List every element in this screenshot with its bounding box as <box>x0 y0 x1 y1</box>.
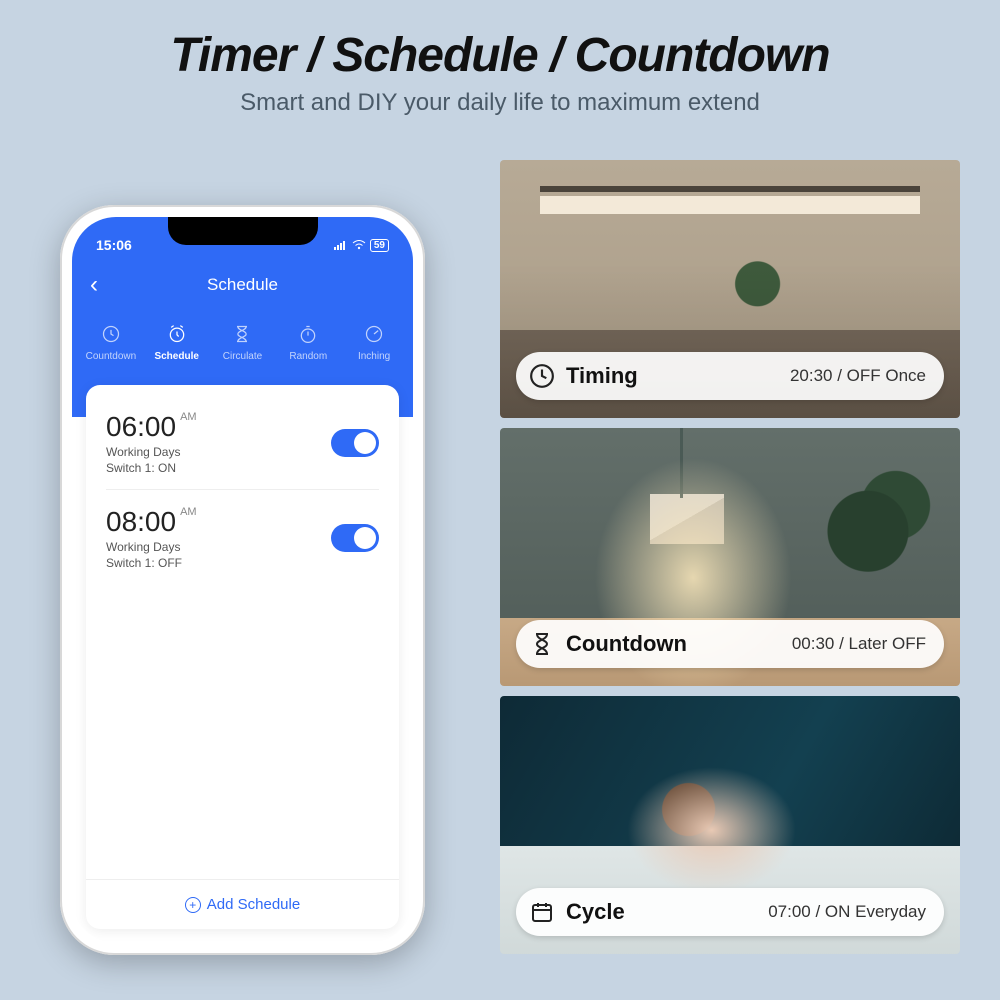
status-indicators: 59 <box>334 239 389 252</box>
schedule-switch: Switch 1: OFF <box>106 556 197 570</box>
clock-icon <box>528 362 556 390</box>
feature-ribbon: Countdown 00:30 / Later OFF <box>516 620 944 668</box>
tab-label: Countdown <box>86 351 137 362</box>
status-time: 15:06 <box>96 237 132 253</box>
page-header: Timer / Schedule / Countdown Smart and D… <box>0 0 1000 117</box>
feature-value: 07:00 / ON Everyday <box>768 902 926 922</box>
feature-value: 00:30 / Later OFF <box>792 634 926 654</box>
plus-circle-icon: + <box>185 897 201 913</box>
tab-countdown[interactable]: Countdown <box>81 323 141 362</box>
tab-label: Inching <box>358 351 390 362</box>
tab-circulate[interactable]: Circulate <box>212 323 272 362</box>
schedule-toggle[interactable] <box>331 524 379 552</box>
feature-value: 20:30 / OFF Once <box>790 366 926 386</box>
tab-label: Circulate <box>223 351 262 362</box>
schedule-row[interactable]: 06:00 AM Working Days Switch 1: ON <box>86 395 399 489</box>
wifi-icon <box>352 240 366 250</box>
gauge-icon <box>363 323 385 345</box>
tab-label: Random <box>289 351 327 362</box>
schedule-row[interactable]: 08:00 AM Working Days Switch 1: OFF <box>86 490 399 584</box>
phone-mockup: 15:06 59 ‹ Schedule Countdown Sched <box>60 205 425 955</box>
schedule-time: 06:00 <box>106 411 176 442</box>
mode-tabs: Countdown Schedule Circulate Random Inch… <box>72 323 413 362</box>
hourglass-icon <box>528 630 556 658</box>
feature-label: Cycle <box>566 899 625 925</box>
feature-ribbon: Cycle 07:00 / ON Everyday <box>516 888 944 936</box>
signal-icon <box>334 240 348 250</box>
calendar-icon <box>528 898 556 926</box>
clock-back-icon <box>100 323 122 345</box>
feature-tile-timing: Timing 20:30 / OFF Once <box>500 160 960 418</box>
schedule-toggle[interactable] <box>331 429 379 457</box>
tab-label: Schedule <box>154 351 198 362</box>
tab-random[interactable]: Random <box>278 323 338 362</box>
hourglass-icon <box>231 323 253 345</box>
schedule-switch: Switch 1: ON <box>106 461 197 475</box>
schedule-days: Working Days <box>106 540 197 554</box>
phone-screen: 15:06 59 ‹ Schedule Countdown Sched <box>72 217 413 943</box>
alarm-icon <box>166 323 188 345</box>
page-subtitle: Smart and DIY your daily life to maximum… <box>0 89 1000 117</box>
schedule-time: 08:00 <box>106 506 176 537</box>
battery-badge: 59 <box>370 239 389 252</box>
feature-label: Countdown <box>566 631 687 657</box>
tab-schedule[interactable]: Schedule <box>147 323 207 362</box>
feature-ribbon: Timing 20:30 / OFF Once <box>516 352 944 400</box>
schedule-days: Working Days <box>106 445 197 459</box>
add-schedule-button[interactable]: + Add Schedule <box>86 879 399 929</box>
stopwatch-icon <box>297 323 319 345</box>
schedule-ampm: AM <box>180 506 197 518</box>
phone-notch <box>168 217 318 245</box>
schedule-card: 06:00 AM Working Days Switch 1: ON 08:00 A… <box>86 385 399 929</box>
feature-label: Timing <box>566 363 638 389</box>
tab-inching[interactable]: Inching <box>344 323 404 362</box>
feature-tile-cycle: Cycle 07:00 / ON Everyday <box>500 696 960 954</box>
nav-title: Schedule <box>72 275 413 295</box>
page-title: Timer / Schedule / Countdown <box>0 28 1000 83</box>
schedule-ampm: AM <box>180 411 197 423</box>
feature-tiles: Timing 20:30 / OFF Once Countdown 00:30 … <box>500 160 960 954</box>
add-schedule-label: Add Schedule <box>207 896 300 913</box>
nav-bar: ‹ Schedule <box>72 271 413 299</box>
feature-tile-countdown: Countdown 00:30 / Later OFF <box>500 428 960 686</box>
